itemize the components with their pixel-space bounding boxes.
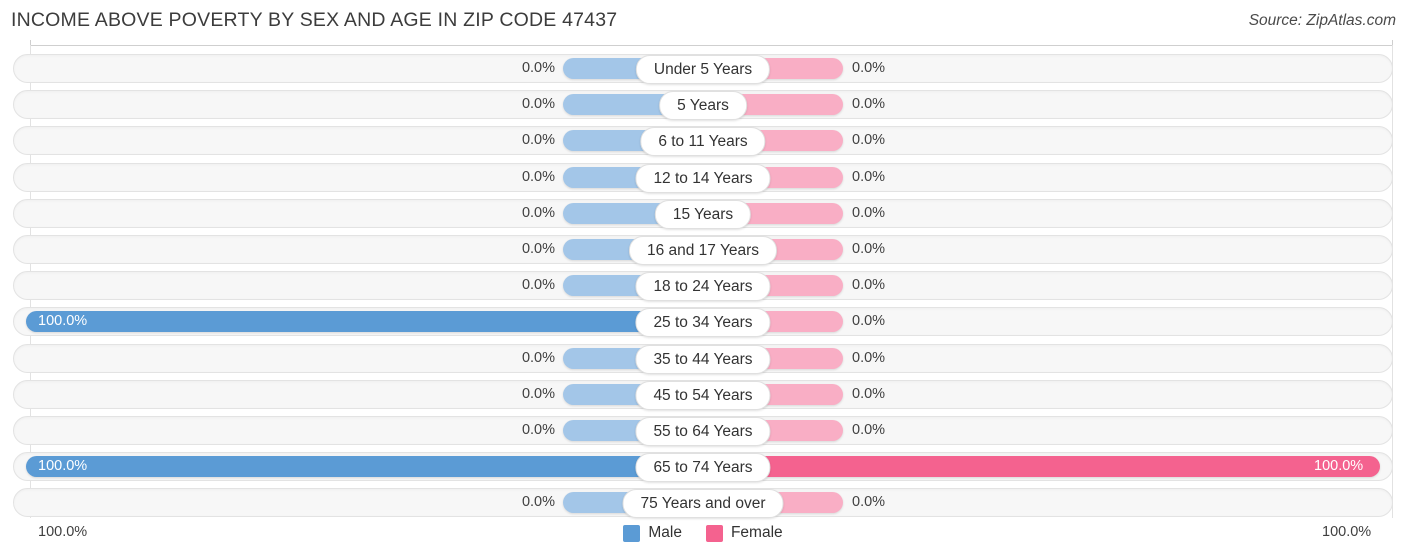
table-row[interactable]: 0.0% 0.0% 45 to 54 Years <box>0 377 1406 413</box>
chart-plot-area: 0.0% 0.0% Under 5 Years 0.0% 0.0% 5 Years 0.0%… <box>0 51 1406 521</box>
value-label-female: 0.0% <box>852 96 886 113</box>
value-label-female: 0.0% <box>852 277 886 294</box>
table-row[interactable]: 0.0% 0.0% 75 Years and over <box>0 485 1406 521</box>
table-row[interactable]: 0.0% 0.0% 12 to 14 Years <box>0 160 1406 196</box>
value-label-female: 0.0% <box>852 204 886 221</box>
row-category-label: 45 to 54 Years <box>635 380 771 410</box>
row-category-label: 25 to 34 Years <box>635 308 771 338</box>
value-label-male: 0.0% <box>521 421 555 438</box>
bar-female[interactable] <box>703 456 1380 478</box>
value-label-male: 0.0% <box>521 385 555 402</box>
table-row[interactable]: 0.0% 0.0% 6 to 11 Years <box>0 123 1406 159</box>
axis-top-rule <box>30 45 1393 46</box>
table-row[interactable]: 0.0% 0.0% 15 Years <box>0 196 1406 232</box>
bar-male[interactable] <box>26 456 703 478</box>
table-row[interactable]: 0.0% 0.0% 35 to 44 Years <box>0 341 1406 377</box>
table-row[interactable]: 100.0% 0.0% 25 to 34 Years <box>0 304 1406 340</box>
source-attribution: Source: ZipAtlas.com <box>1248 12 1396 29</box>
legend-swatch-male-icon <box>623 524 641 542</box>
value-label-male: 100.0% <box>38 313 88 330</box>
value-label-male: 0.0% <box>521 240 555 257</box>
table-row[interactable]: 0.0% 0.0% 18 to 24 Years <box>0 268 1406 304</box>
value-label-male: 0.0% <box>521 132 555 149</box>
value-label-female: 0.0% <box>852 349 886 366</box>
value-label-female: 0.0% <box>852 60 886 76</box>
value-label-female: 0.0% <box>852 421 886 438</box>
legend-label-male: Male <box>648 524 682 541</box>
value-label-female: 0.0% <box>852 313 886 330</box>
value-label-male: 0.0% <box>521 277 555 294</box>
value-label-female: 0.0% <box>852 132 886 149</box>
row-category-label: 12 to 14 Years <box>635 163 771 193</box>
value-label-male: 0.0% <box>521 349 555 366</box>
row-category-label: 35 to 44 Years <box>635 344 771 374</box>
legend-label-female: Female <box>730 524 783 541</box>
row-category-label: 55 to 64 Years <box>635 416 771 446</box>
table-row[interactable]: 0.0% 0.0% Under 5 Years <box>0 51 1406 87</box>
row-category-label: 15 Years <box>654 199 752 229</box>
value-label-female: 0.0% <box>852 168 886 185</box>
chart-footer: 100.0% 100.0% Male Female <box>0 519 1406 559</box>
legend-item-female[interactable]: Female <box>705 524 783 542</box>
row-category-label: Under 5 Years <box>635 55 771 84</box>
value-label-male: 100.0% <box>38 458 88 475</box>
row-category-label: 16 and 17 Years <box>628 235 778 265</box>
value-label-male: 0.0% <box>521 96 555 113</box>
value-label-female: 0.0% <box>852 385 886 402</box>
chart-legend: Male Female <box>0 524 1406 542</box>
value-label-female: 0.0% <box>852 494 886 511</box>
table-row[interactable]: 0.0% 0.0% 55 to 64 Years <box>0 413 1406 449</box>
table-row[interactable]: 0.0% 0.0% 16 and 17 Years <box>0 232 1406 268</box>
row-category-label: 65 to 74 Years <box>635 453 771 483</box>
bar-male[interactable] <box>26 311 703 333</box>
table-row[interactable]: 0.0% 0.0% 5 Years <box>0 87 1406 123</box>
value-label-male: 0.0% <box>521 60 555 76</box>
value-label-male: 0.0% <box>521 204 555 221</box>
chart-header: INCOME ABOVE POVERTY BY SEX AND AGE IN Z… <box>0 0 1406 37</box>
value-label-male: 0.0% <box>521 168 555 185</box>
table-row[interactable]: 100.0% 100.0% 65 to 74 Years <box>0 449 1406 485</box>
value-label-female: 100.0% <box>1314 458 1364 475</box>
row-category-label: 6 to 11 Years <box>640 127 766 157</box>
row-category-label: 5 Years <box>659 91 747 121</box>
page-title: INCOME ABOVE POVERTY BY SEX AND AGE IN Z… <box>11 9 618 31</box>
row-category-label: 75 Years and over <box>622 489 784 519</box>
value-label-female: 0.0% <box>852 240 886 257</box>
legend-item-male[interactable]: Male <box>623 524 682 542</box>
legend-swatch-female-icon <box>705 524 723 542</box>
value-label-male: 0.0% <box>521 494 555 511</box>
row-category-label: 18 to 24 Years <box>635 272 771 302</box>
